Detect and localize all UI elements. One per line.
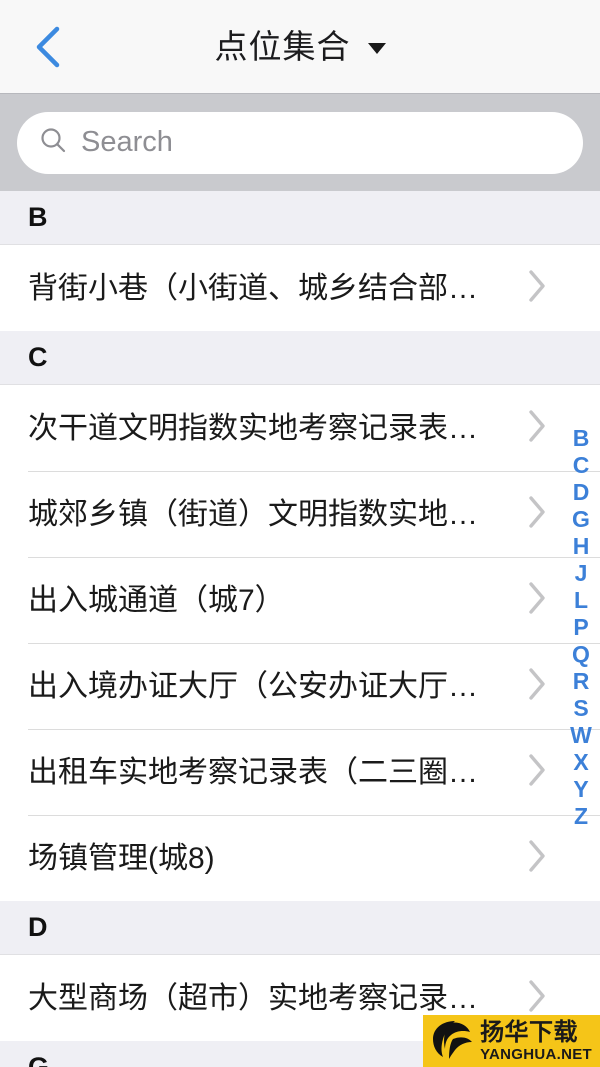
app-root: 点位集合 B 背街小巷（小街道、城乡结合部… [0, 0, 600, 1067]
section-header-label: D [28, 912, 48, 942]
list-item-label: 背街小巷（小街道、城乡结合部… [28, 271, 478, 305]
index-letter-h[interactable]: H [566, 533, 596, 560]
list-item[interactable]: 城郊乡镇（街道）文明指数实地… [0, 471, 600, 557]
watermark-text: 扬华下载 YANGHUA.NET [480, 1018, 592, 1063]
list-item[interactable]: 次干道文明指数实地考察记录表… [0, 385, 600, 471]
index-letter-d[interactable]: D [566, 479, 596, 506]
section-header-c: C [0, 331, 600, 385]
index-letter-x[interactable]: X [566, 749, 596, 776]
list-item[interactable]: 出入境办证大厅（公安办证大厅… [0, 643, 600, 729]
chevron-right-icon [526, 268, 548, 309]
chevron-right-icon [526, 666, 548, 707]
chevron-right-icon [526, 408, 548, 449]
chevron-left-icon [30, 23, 64, 71]
watermark-badge: 扬华下载 YANGHUA.NET [423, 1015, 600, 1067]
list-item[interactable]: 出入城通道（城7） [0, 557, 600, 643]
page-title: 点位集合 [214, 28, 351, 65]
chevron-right-icon [526, 752, 548, 793]
alphabet-index-bar[interactable]: B C D G H J L P Q R S W X Y Z [566, 425, 596, 830]
section-header-label: B [28, 202, 48, 232]
index-letter-p[interactable]: P [566, 614, 596, 641]
point-collection-list[interactable]: B 背街小巷（小街道、城乡结合部… C 次干道文明指数实地考察记录表… 城郊乡镇… [0, 191, 600, 1067]
index-letter-q[interactable]: Q [566, 641, 596, 668]
list-item[interactable]: 场镇管理(城8) [0, 815, 600, 901]
index-letter-l[interactable]: L [566, 587, 596, 614]
list-item-label: 出租车实地考察记录表（二三圈… [28, 755, 478, 789]
list-item-label: 次干道文明指数实地考察记录表… [28, 411, 478, 445]
list-item-label: 城郊乡镇（街道）文明指数实地… [28, 497, 478, 531]
index-letter-c[interactable]: C [566, 452, 596, 479]
back-button[interactable] [14, 0, 80, 93]
search-input[interactable] [81, 126, 561, 159]
list-item[interactable]: 背街小巷（小街道、城乡结合部… [0, 245, 600, 331]
chevron-right-icon [526, 494, 548, 535]
index-letter-w[interactable]: W [566, 722, 596, 749]
section-header-d: D [0, 901, 600, 955]
list-item-label: 大型商场（超市）实地考察记录… [28, 981, 478, 1015]
index-letter-g[interactable]: G [566, 506, 596, 533]
watermark-en-label: YANGHUA.NET [480, 1045, 592, 1063]
navigation-bar: 点位集合 [0, 0, 600, 93]
title-dropdown-button[interactable]: 点位集合 [215, 30, 386, 63]
section-header-b: B [0, 191, 600, 245]
chevron-right-icon [526, 580, 548, 621]
list-item-label: 出入城通道（城7） [28, 583, 285, 617]
section-header-label: G [28, 1052, 50, 1067]
chevron-right-icon [526, 838, 548, 879]
index-letter-j[interactable]: J [566, 560, 596, 587]
index-letter-z[interactable]: Z [566, 803, 596, 830]
index-letter-b[interactable]: B [566, 425, 596, 452]
list-item-label: 出入境办证大厅（公安办证大厅… [28, 669, 478, 703]
index-letter-s[interactable]: S [566, 695, 596, 722]
caret-down-icon [367, 42, 386, 54]
search-icon [39, 126, 67, 159]
index-letter-y[interactable]: Y [566, 776, 596, 803]
watermark-cn-label: 扬华下载 [480, 1018, 579, 1046]
list-item-label: 场镇管理(城8) [28, 841, 215, 875]
section-header-label: C [28, 342, 48, 372]
yanghua-logo-icon [429, 1019, 473, 1064]
list-item[interactable]: 出租车实地考察记录表（二三圈… [0, 729, 600, 815]
search-field[interactable] [17, 111, 583, 174]
chevron-right-icon [526, 978, 548, 1019]
search-bar-container [0, 93, 600, 191]
index-letter-r[interactable]: R [566, 668, 596, 695]
